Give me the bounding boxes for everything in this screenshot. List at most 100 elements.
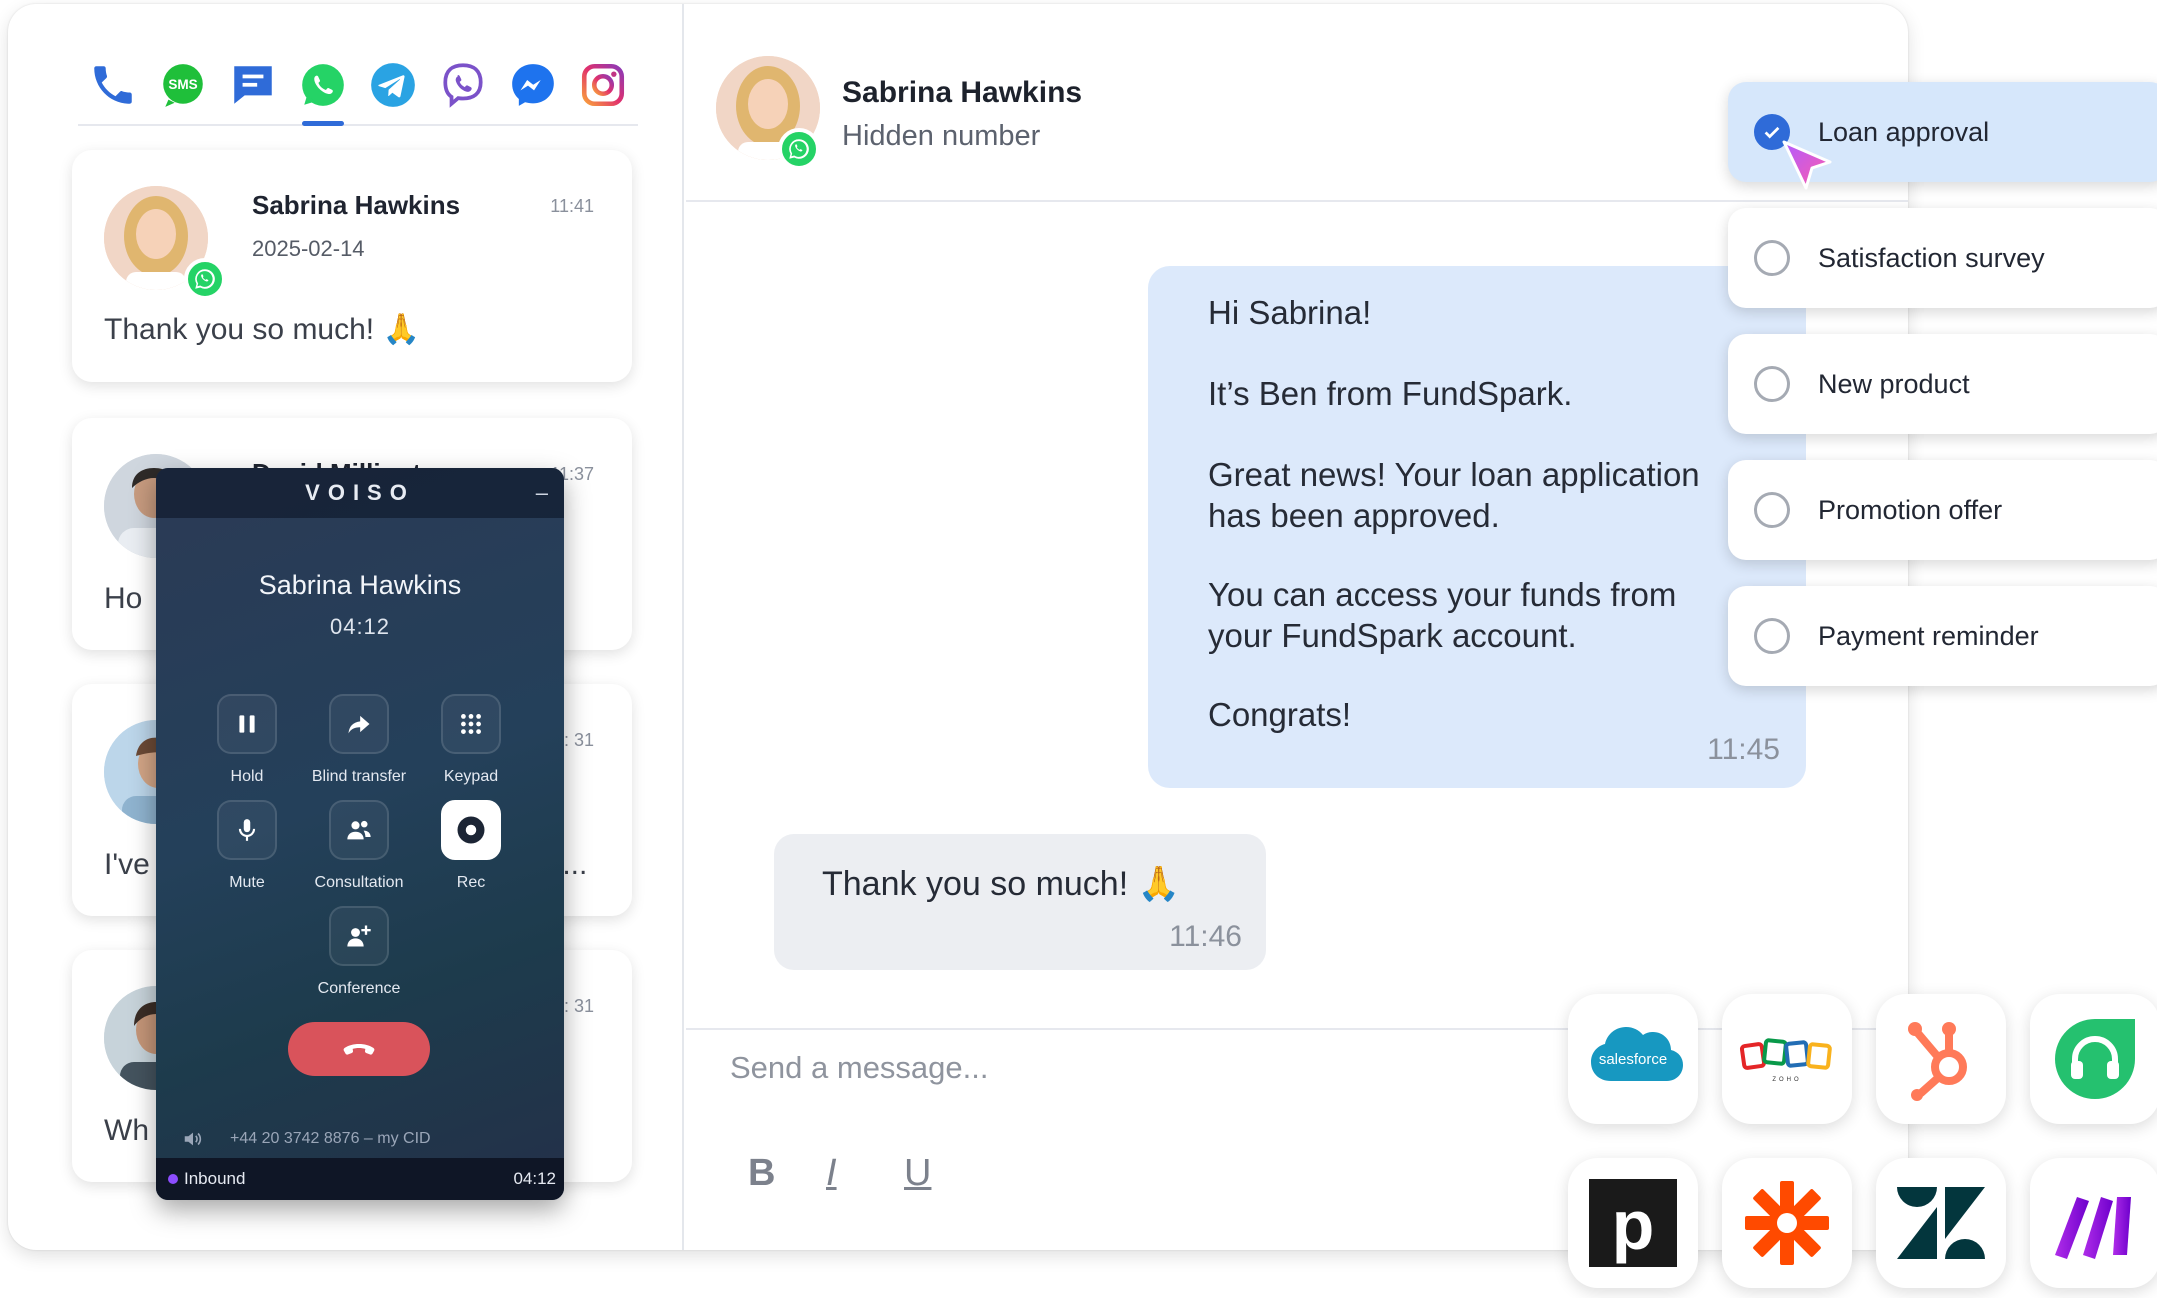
outgoing-message: Hi Sabrina! It’s Ben from FundSpark. Gre… [1148,266,1806,788]
contact-name: Sabrina Hawkins [252,190,461,220]
zapier-integration[interactable] [1722,1158,1852,1288]
whatsapp-badge-icon [778,128,820,170]
widget-brand: VOISO [305,480,415,505]
call-duration: 04:12 [329,614,391,639]
make-integration[interactable] [2030,1158,2157,1288]
message-line: Congrats! [1208,696,1352,733]
keypad-icon [461,714,481,734]
microphone-icon [238,819,256,841]
template-option-new-product[interactable]: New product [1728,334,2157,434]
chat-contact-name: Sabrina Hawkins [842,76,1083,109]
conversation-date: 2025-02-14 [252,236,365,261]
hang-up-button[interactable] [288,1022,430,1076]
template-label: Satisfaction survey [1818,242,2045,273]
conversations-panel: SMS Sabrina Hawkins 2025-02-14 11:41 Tha… [8,4,684,1250]
tab-instagram[interactable] [568,56,638,122]
hang-up-icon [343,1044,375,1055]
salesforce-integration[interactable]: salesforce [1568,994,1698,1124]
call-direction: Inbound [184,1169,246,1188]
consultation-button[interactable]: Consultation [304,800,414,892]
caller-id-row: +44 20 3742 8876 – my CID [182,1128,431,1150]
add-person-icon [347,925,371,947]
conference-button[interactable]: Conference [304,906,414,998]
hold-button[interactable]: Hold [192,694,302,786]
sms-icon: SMS [163,64,203,107]
forward-arrow-icon [348,715,370,734]
pause-icon [239,715,255,733]
message-input[interactable]: Send a message... [730,1050,989,1086]
zoho-integration[interactable]: ZOHO [1722,994,1852,1124]
record-icon [457,816,485,844]
phone-icon [94,66,132,104]
zoho-icon: ZOHO [1739,1038,1832,1083]
minimize-button[interactable]: – [536,480,548,506]
tab-viber[interactable] [428,56,498,122]
hubspot-integration[interactable] [1876,994,2006,1124]
caller-id: +44 20 3742 8876 – my CID [230,1130,431,1147]
salesforce-wordmark: salesforce [1599,1051,1667,1068]
rec-label: Rec [456,874,486,891]
blind-transfer-label: Blind transfer [311,768,407,785]
keypad-button[interactable]: Keypad [416,694,526,786]
message-time: 11:46 [1169,920,1242,953]
sms-icon-text: SMS [168,77,197,92]
mute-label: Mute [229,874,265,891]
instagram-icon [581,63,625,107]
mute-button[interactable]: Mute [192,800,302,892]
message-line: Hi Sabrina! [1208,294,1372,331]
radio-icon [1754,240,1790,276]
template-label: New product [1818,368,1970,399]
bold-button[interactable]: B [748,1152,775,1195]
message-line: Great news! Your loan application has be… [1208,456,1700,534]
chat-icon [234,66,272,104]
conference-label: Conference [317,980,401,997]
template-label: Promotion offer [1818,494,2003,525]
freshdesk-integration[interactable] [2030,994,2157,1124]
tab-phone[interactable] [78,56,148,122]
radio-icon [1754,618,1790,654]
conversation-card[interactable]: Sabrina Hawkins 2025-02-14 11:41 Thank y… [72,150,632,382]
message-line: It’s Ben from FundSpark. [1208,375,1573,412]
tab-whatsapp[interactable] [288,56,358,126]
consultation-label: Consultation [314,874,404,891]
template-option-promotion-offer[interactable]: Promotion offer [1728,460,2157,560]
widget-header: VOISO – [156,468,564,518]
template-option-satisfaction-survey[interactable]: Satisfaction survey [1728,208,2157,308]
stage: SMS Sabrina Hawkins 2025-02-14 11:41 Tha… [0,0,2157,1298]
header-divider [686,200,1908,202]
status-time: 04:12 [513,1169,556,1188]
hubspot-icon [1908,1022,1967,1101]
tab-messenger[interactable] [498,56,568,122]
zendesk-integration[interactable] [1876,1158,2006,1288]
messenger-icon [512,64,554,106]
tab-sms[interactable]: SMS [148,56,218,122]
telegram-icon [371,63,415,107]
zendesk-icon [1897,1187,1985,1259]
channel-tabs: SMS [78,56,638,126]
incoming-message: Thank you so much! 🙏 11:46 [774,834,1266,970]
chat-contact-number: Hidden number [842,120,1041,152]
tab-chat[interactable] [218,56,288,122]
template-option-payment-reminder[interactable]: Payment reminder [1728,586,2157,686]
last-message: Thank you so much! 🙏 [104,313,420,346]
tab-telegram[interactable] [358,56,428,122]
radio-icon [1754,492,1790,528]
zoho-wordmark: ZOHO [1772,1077,1801,1083]
speaker-icon[interactable] [182,1128,204,1150]
caller-name: Sabrina Hawkins [258,570,462,600]
record-button[interactable]: Rec [416,800,526,892]
zapier-icon [1745,1181,1829,1265]
blind-transfer-button[interactable]: Blind transfer [304,694,414,786]
last-message: I've [104,848,150,881]
whatsapp-badge-icon [184,258,226,300]
italic-button[interactable]: I [826,1152,837,1195]
salesforce-icon: salesforce [1591,1027,1683,1081]
hold-label: Hold [230,768,264,785]
message-line: You can access your funds from your Fund… [1208,576,1677,654]
pointer-cursor-icon [1782,140,1832,190]
underline-button[interactable]: U [904,1152,931,1195]
status-dot [168,1174,178,1184]
message-text: Thank you so much! 🙏 [822,865,1180,903]
pipedrive-integration[interactable]: p [1568,1158,1698,1288]
conversation-time: 11:41 [550,196,594,216]
